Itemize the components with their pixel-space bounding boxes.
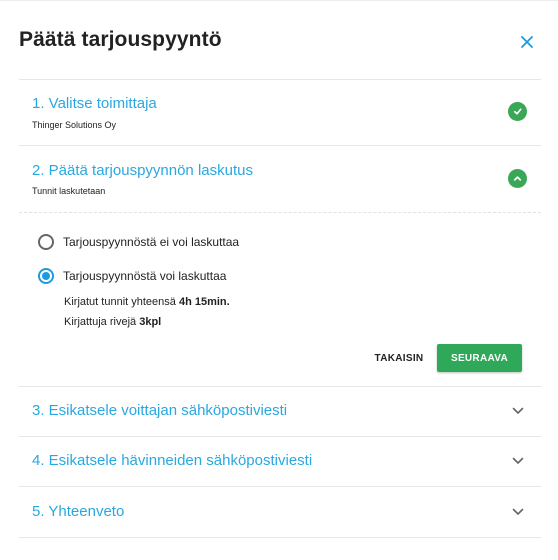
divider [19,212,541,213]
hours-value: 4h 15min. [178,296,230,308]
step-1-header[interactable]: 1. Valitse toimittaja Thinger Solutions … [19,80,541,145]
back-button[interactable]: TAKAISIN [366,344,432,372]
radio-not-billable[interactable]: Tarjouspyynnöstä ei voi laskuttaa [38,234,239,250]
hours-prefix: Kirjatut tunnit yhteensä [64,296,179,308]
rows-summary: Kirjattuja rivejä 3kpl [64,316,161,328]
step-5-header[interactable]: 5. Yhteenveto [19,487,541,537]
radio-button[interactable] [38,268,54,284]
step-2-header[interactable]: 2. Päätä tarjouspyynnön laskutus Tunnit … [19,146,541,212]
radio-billable[interactable]: Tarjouspyynnöstä voi laskuttaa [38,268,226,284]
chevron-down-icon [511,404,525,418]
step-title: 4. Esikatsele hävinneiden sähköpostivies… [32,452,313,469]
rows-value: 3kpl [139,316,162,328]
step-3-header[interactable]: 3. Esikatsele voittajan sähköpostiviesti [19,387,541,436]
step-subtitle: Thinger Solutions Oy [32,120,117,130]
dialog-title: Päätä tarjouspyyntö [19,28,222,51]
chevron-up-circle-icon [508,169,527,188]
step-title: 3. Esikatsele voittajan sähköpostiviesti [32,402,288,419]
dialog-header: Päätä tarjouspyyntö [19,28,558,56]
step-subtitle: Tunnit laskutetaan [32,186,106,196]
radio-label: Tarjouspyynnöstä ei voi laskuttaa [63,235,240,249]
radio-button[interactable] [38,234,54,250]
close-icon [521,36,533,48]
step-title: 1. Valitse toimittaja [32,95,157,112]
step-title: 5. Yhteenveto [32,503,125,520]
step-4-header[interactable]: 4. Esikatsele hävinneiden sähköpostivies… [19,437,541,486]
step-title: 2. Päätä tarjouspyynnön laskutus [32,162,253,179]
hours-summary: Kirjatut tunnit yhteensä 4h 15min. [64,296,230,308]
check-circle-icon [508,102,527,121]
radio-label: Tarjouspyynnöstä voi laskuttaa [63,269,227,283]
chevron-down-icon [511,505,525,519]
close-button[interactable] [512,28,542,56]
dialog: Päätä tarjouspyyntö 1. Valitse toimittaj… [0,0,558,560]
next-button[interactable]: SEURAAVA [437,344,522,372]
chevron-down-icon [511,454,525,468]
divider [19,537,541,538]
rows-prefix: Kirjattuja rivejä [64,316,140,328]
